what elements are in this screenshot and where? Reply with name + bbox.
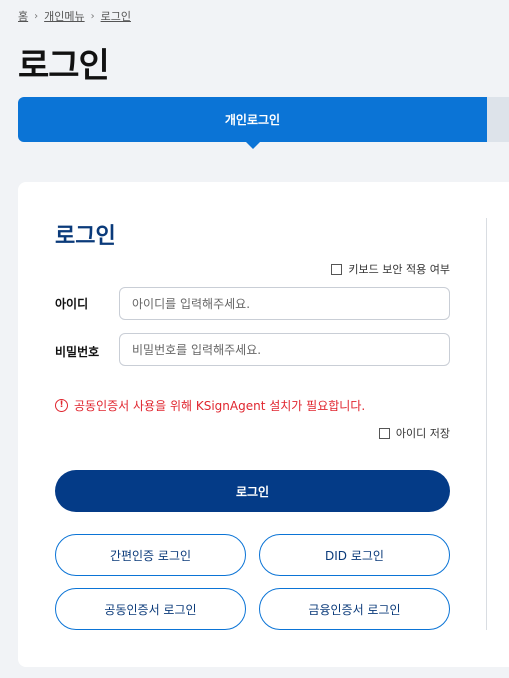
card-divider — [486, 218, 487, 630]
breadcrumb-current[interactable]: 로그인 — [101, 8, 131, 24]
page-title: 로그인 — [18, 46, 110, 86]
breadcrumb: 홈 › 개인메뉴 › 로그인 — [18, 8, 131, 24]
financial-cert-login-button[interactable]: 금융인증서 로그인 — [259, 588, 450, 630]
id-input[interactable] — [119, 287, 450, 320]
tab-label: 개인로그인 — [224, 113, 281, 127]
card-title: 로그인 — [55, 224, 116, 249]
password-input[interactable] — [119, 333, 450, 366]
did-login-button[interactable]: DID 로그인 — [259, 534, 450, 576]
joint-cert-login-button[interactable]: 공동인증서 로그인 — [55, 588, 246, 630]
breadcrumb-home[interactable]: 홈 — [18, 8, 28, 24]
ksign-warning: ! 공동인증서 사용을 위해 KSignAgent 설치가 필요합니다. — [55, 397, 365, 414]
warning-text: 공동인증서 사용을 위해 KSignAgent 설치가 필요합니다. — [74, 399, 366, 413]
breadcrumb-menu[interactable]: 개인메뉴 — [44, 8, 84, 24]
chevron-right-icon: › — [34, 10, 39, 22]
chevron-right-icon: › — [90, 10, 95, 22]
simple-auth-login-button[interactable]: 간편인증 로그인 — [55, 534, 246, 576]
save-id-checkbox[interactable] — [378, 427, 390, 439]
keyboard-security-label: 키보드 보안 적용 여부 — [348, 263, 450, 276]
tab-next[interactable] — [487, 97, 509, 142]
id-label: 아이디 — [55, 297, 89, 311]
keyboard-security-checkbox-row[interactable]: 키보드 보안 적용 여부 — [331, 261, 450, 277]
keyboard-security-checkbox[interactable] — [331, 263, 343, 275]
save-id-checkbox-row[interactable]: 아이디 저장 — [378, 425, 450, 441]
login-button[interactable]: 로그인 — [55, 470, 450, 512]
login-card: 로그인 키보드 보안 적용 여부 아이디 비밀번호 ! 공동인증서 사용을 위해… — [18, 182, 509, 667]
save-id-label: 아이디 저장 — [395, 427, 450, 440]
password-label: 비밀번호 — [55, 345, 100, 359]
tab-active-indicator — [245, 142, 260, 149]
tab-personal-login[interactable]: 개인로그인 — [18, 97, 487, 149]
login-tabs: 개인로그인 — [18, 97, 509, 149]
exclamation-circle-icon: ! — [55, 399, 68, 412]
